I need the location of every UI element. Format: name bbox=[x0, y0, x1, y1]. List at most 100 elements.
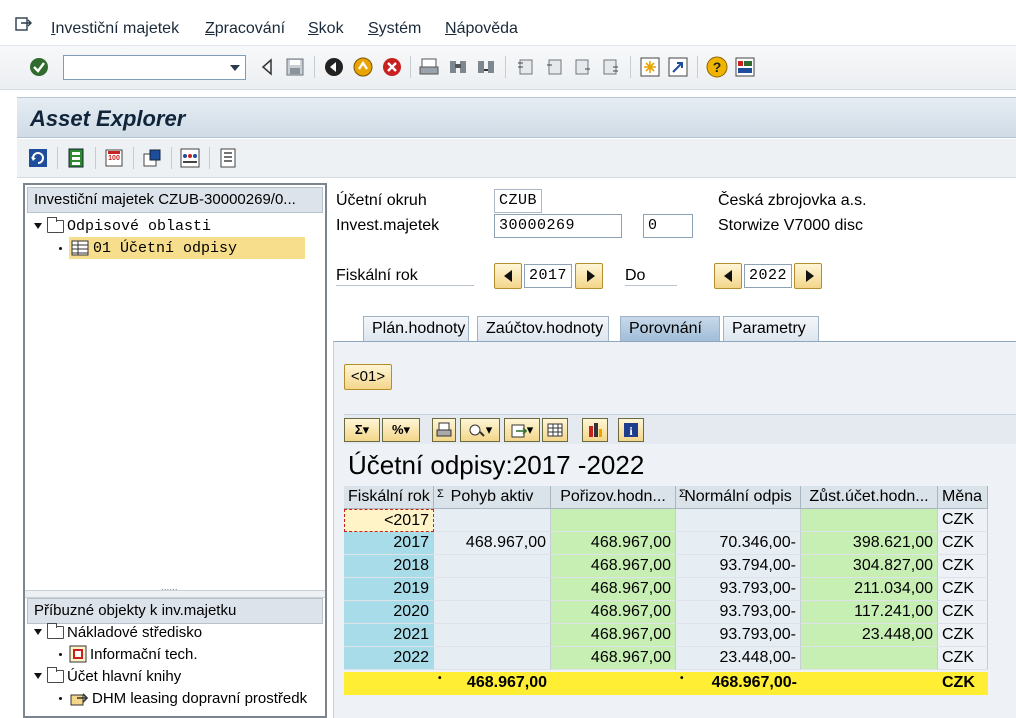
column-header-label: Pořizov.hodn... bbox=[560, 488, 666, 505]
column-header-net-book-value[interactable]: Zůst.účet.hodn... bbox=[801, 486, 938, 509]
menu-item-edit[interactable]: Zpracování bbox=[205, 20, 285, 38]
table-cell bbox=[801, 647, 938, 670]
to-year-field[interactable]: 2022 bbox=[744, 264, 792, 288]
tree-node-cost-center[interactable]: Nákladové středisko bbox=[33, 621, 202, 643]
table-cell: 211.034,00 bbox=[801, 578, 938, 601]
column-header-label: Zůst.účet.hodn... bbox=[809, 488, 929, 505]
column-header-ordinary-depreciation[interactable]: Σ Normální odpis bbox=[676, 486, 801, 509]
list-icon[interactable] bbox=[217, 147, 239, 169]
totals-cell bbox=[551, 672, 676, 695]
fiscal-year-next-button[interactable] bbox=[575, 263, 603, 289]
system-toolbar: ? bbox=[0, 46, 1016, 90]
table-cell: CZK bbox=[938, 647, 988, 670]
application-toolbar: 100 bbox=[17, 139, 1016, 178]
menu-icon[interactable] bbox=[15, 16, 33, 32]
info-icon[interactable]: i bbox=[618, 418, 644, 442]
sum-marker-icon: • bbox=[438, 673, 442, 684]
bullet-icon bbox=[55, 649, 66, 660]
expand-toggle-icon[interactable] bbox=[33, 221, 44, 232]
tree-node-leasing-account[interactable]: DHM leasing dopravní prostředk bbox=[55, 687, 307, 709]
tab-panel: <01> Σ▾ %▾ ▾ ▾ i Účetní odpisy:2017 -202… bbox=[333, 341, 1016, 718]
to-year-prev-button[interactable] bbox=[714, 263, 742, 289]
table-cell: CZK bbox=[938, 509, 988, 532]
structure-icon[interactable] bbox=[179, 147, 201, 169]
fiscal-year-prev-button[interactable] bbox=[494, 263, 522, 289]
find-next-icon[interactable] bbox=[475, 56, 497, 78]
tab-posted-values[interactable]: Zaúčtov.hodnoty bbox=[477, 316, 609, 342]
table-cell: 468.967,00 bbox=[434, 532, 551, 555]
find-icon[interactable] bbox=[447, 56, 469, 78]
totals-cell: 468.967,00- • bbox=[676, 672, 801, 695]
column-header-acquisition-value[interactable]: Pořizov.hodn... bbox=[551, 486, 676, 509]
tree-node-label: DHM leasing dopravní prostředk bbox=[92, 689, 308, 707]
values-icon[interactable]: 100 bbox=[103, 147, 125, 169]
totals-cell bbox=[344, 672, 434, 695]
area-01-button[interactable]: <01> bbox=[344, 364, 392, 390]
views-icon[interactable]: ▾ bbox=[460, 418, 500, 442]
subtotal-icon[interactable]: %▾ bbox=[382, 418, 420, 442]
save-icon[interactable] bbox=[284, 56, 306, 78]
back-nav-icon[interactable] bbox=[323, 56, 345, 78]
menu-item-goto[interactable]: Skok bbox=[308, 20, 344, 38]
shortcut-icon[interactable] bbox=[667, 56, 689, 78]
cancel-icon[interactable] bbox=[381, 56, 403, 78]
column-header-fiscal-year[interactable]: Fiskální rok bbox=[344, 486, 434, 509]
svg-text:100: 100 bbox=[108, 155, 120, 162]
asset-tree-header: Investiční majetek CZUB-30000269/0... bbox=[27, 187, 323, 213]
menu-item-help[interactable]: Nápověda bbox=[445, 20, 518, 38]
prev-page-icon[interactable] bbox=[543, 56, 565, 78]
tree-node-label: Účet hlavní knihy bbox=[67, 667, 182, 685]
column-header-asset-movement[interactable]: Σ Pohyb aktiv bbox=[434, 486, 551, 509]
tree-node-it-cost-center[interactable]: Informační tech. bbox=[55, 643, 198, 665]
column-header-currency[interactable]: Měna bbox=[938, 486, 988, 509]
sum-icon[interactable]: Σ▾ bbox=[344, 418, 380, 442]
expand-toggle-icon[interactable] bbox=[33, 671, 44, 682]
menu-item-asset[interactable]: Investiční majetek bbox=[51, 20, 179, 38]
menu-bar: Investiční majetek Zpracování Skok Systé… bbox=[0, 0, 1016, 46]
layout-grid-icon[interactable] bbox=[542, 418, 568, 442]
to-year-next-button[interactable] bbox=[794, 263, 822, 289]
layout-icon[interactable] bbox=[734, 56, 756, 78]
print-icon[interactable] bbox=[418, 56, 440, 78]
tab-plan-values[interactable]: Plán.hodnoty bbox=[363, 316, 469, 342]
print-preview-icon[interactable] bbox=[432, 418, 456, 442]
calculate-icon[interactable] bbox=[141, 147, 163, 169]
tree-node-label: Informační tech. bbox=[90, 645, 198, 663]
sum-marker-icon: • bbox=[680, 673, 684, 684]
next-page-icon[interactable] bbox=[572, 56, 594, 78]
graphic-icon[interactable] bbox=[582, 418, 608, 442]
asset-number-field[interactable]: 30000269 bbox=[494, 214, 622, 238]
refresh-icon[interactable] bbox=[27, 147, 49, 169]
tree-node-book-depreciation[interactable]: 01 Účetní odpisy bbox=[55, 237, 306, 259]
tab-parameters[interactable]: Parametry bbox=[723, 316, 819, 342]
tree-node-gl-account[interactable]: Účet hlavní knihy bbox=[33, 665, 181, 687]
exit-icon[interactable] bbox=[352, 56, 374, 78]
chevron-down-icon[interactable] bbox=[230, 65, 240, 71]
new-session-icon[interactable] bbox=[639, 56, 661, 78]
company-code-field[interactable]: CZUB bbox=[494, 189, 542, 213]
table-cell: CZK bbox=[938, 532, 988, 555]
gl-account-icon bbox=[70, 693, 89, 706]
first-page-icon[interactable] bbox=[514, 56, 536, 78]
asset-subnumber-field[interactable]: 0 bbox=[643, 214, 693, 238]
export-icon[interactable]: ▾ bbox=[504, 418, 540, 442]
table-cell: 398.621,00 bbox=[801, 532, 938, 555]
enter-icon[interactable] bbox=[28, 56, 50, 78]
menu-item-system[interactable]: Systém bbox=[368, 20, 421, 38]
command-field[interactable] bbox=[63, 55, 246, 80]
tab-comparison[interactable]: Porovnání bbox=[620, 316, 720, 342]
fiscal-year-field[interactable]: 2017 bbox=[524, 264, 572, 288]
back-icon[interactable] bbox=[256, 56, 278, 78]
tree-node-depreciation-areas[interactable]: Odpisové oblasti bbox=[33, 215, 211, 237]
table-cell bbox=[551, 509, 676, 532]
panel-splitter[interactable] bbox=[25, 582, 325, 598]
column-header-label: Normální odpis bbox=[684, 488, 792, 505]
expand-tree-icon[interactable] bbox=[65, 147, 87, 169]
bullet-icon bbox=[55, 243, 66, 254]
company-code-label: Účetní okruh bbox=[336, 192, 427, 209]
expand-toggle-icon[interactable] bbox=[33, 627, 44, 638]
selected-tree-item[interactable]: 01 Účetní odpisy bbox=[69, 237, 306, 259]
help-icon[interactable]: ? bbox=[706, 56, 728, 78]
table-cell bbox=[434, 647, 551, 670]
last-page-icon[interactable] bbox=[600, 56, 622, 78]
